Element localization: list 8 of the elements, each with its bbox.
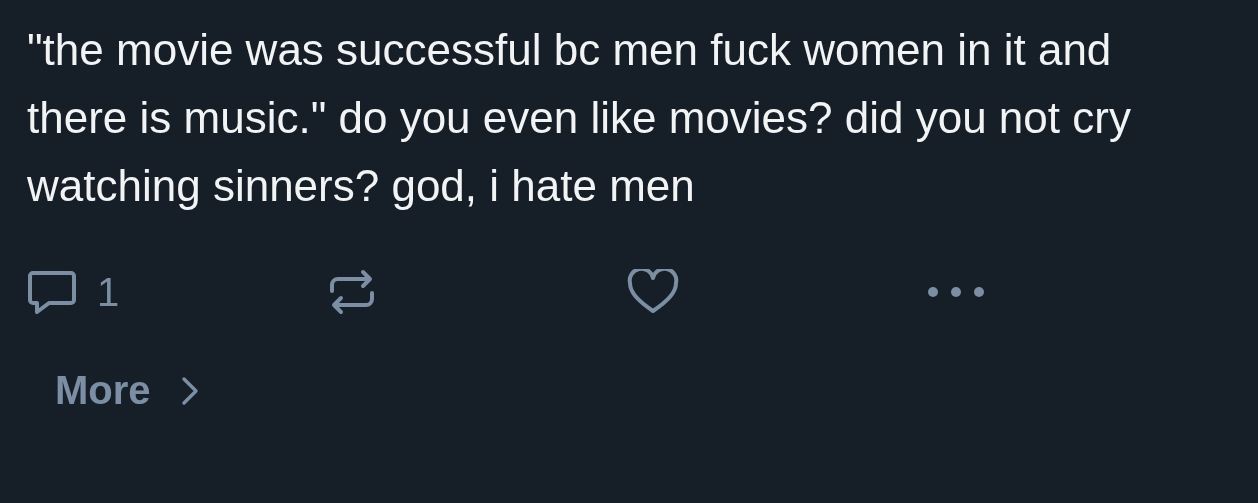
repost-icon[interactable] — [327, 267, 377, 317]
reply-icon[interactable] — [27, 269, 77, 315]
more-options-icon[interactable] — [927, 286, 985, 298]
post-text: "the movie was successful bc men fuck women in it and there is music." do you even like movies? did you not cry watching sinners? god, i hate men — [27, 24, 1132, 212]
reply-count: 1 — [97, 269, 120, 315]
heart-icon[interactable] — [627, 269, 679, 315]
more-link[interactable]: More — [55, 368, 151, 413]
chevron-right-icon — [180, 375, 199, 406]
